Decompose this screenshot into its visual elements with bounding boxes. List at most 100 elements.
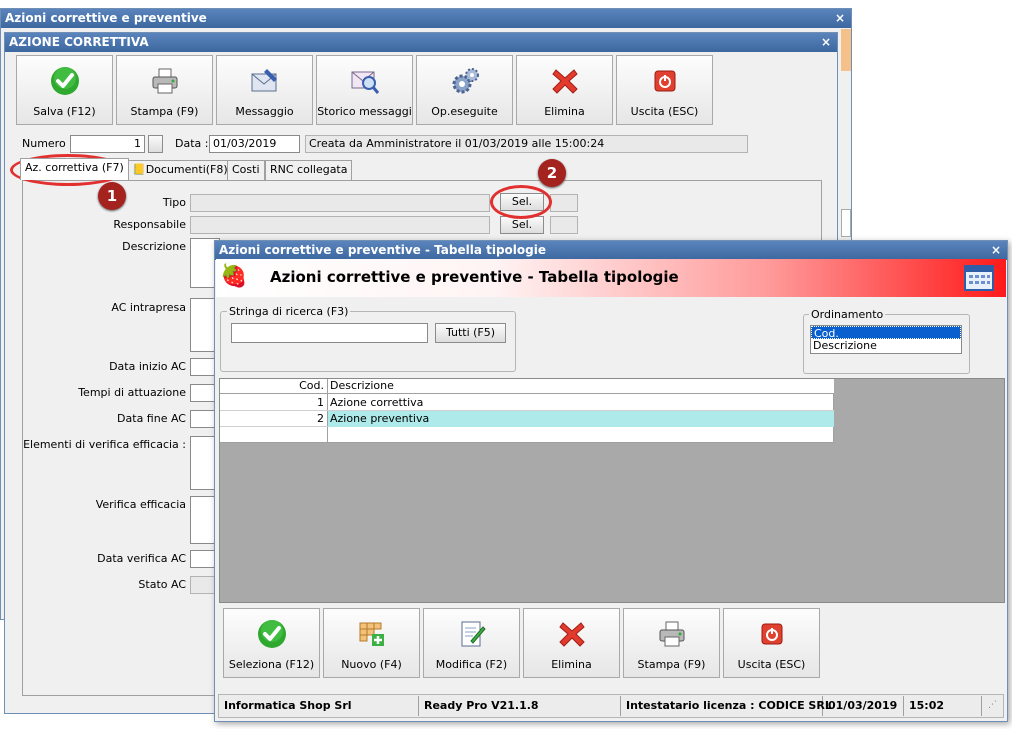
- calendar-icon: [964, 265, 994, 291]
- stato-label: Stato AC: [138, 578, 186, 591]
- dialog-exit-button[interactable]: Uscita (ESC): [723, 608, 820, 678]
- data-verifica-label: Data verifica AC: [97, 552, 186, 565]
- search-legend: Stringa di ricerca (F3): [227, 305, 351, 318]
- delete-button[interactable]: Elimina: [516, 55, 613, 125]
- message-button[interactable]: Messaggio: [216, 55, 313, 125]
- power-icon: [654, 70, 675, 92]
- table-row[interactable]: 1 Azione correttiva: [220, 395, 834, 411]
- created-info: Creata da Amministratore il 01/03/2019 a…: [305, 135, 748, 153]
- back-window-right-edge: [841, 209, 851, 237]
- dialog-delete-button-label: Elimina: [551, 658, 592, 671]
- edit-icon: [461, 621, 486, 647]
- dialog-header-banner: 🍓 Azioni correttive e preventive - Tabel…: [216, 259, 1006, 297]
- responsabile-field[interactable]: [190, 216, 490, 234]
- tipo-code-field: [550, 194, 578, 212]
- gears-icon: [452, 68, 479, 94]
- dialog-header-title: Azioni correttive e preventive - Tabella…: [270, 268, 679, 286]
- seleziona-button-label: Seleziona (F12): [228, 658, 315, 671]
- numero-extra-button[interactable]: [148, 135, 163, 153]
- nuovo-button[interactable]: Nuovo (F4): [323, 608, 420, 678]
- dialog-close-button[interactable]: ×: [991, 241, 1001, 260]
- mail-search-icon: [351, 71, 379, 94]
- tab-rnc-collegata[interactable]: RNC collegata: [265, 160, 353, 180]
- tipo-label: Tipo: [162, 196, 186, 209]
- data-label: Data :: [175, 137, 209, 150]
- tempi-label: Tempi di attuazione: [78, 386, 186, 399]
- operations-button[interactable]: Op.eseguite: [416, 55, 513, 125]
- dialog-titlebar: Azioni correttive e preventive - Tabella…: [215, 241, 1007, 260]
- modifica-button-label: Modifica (F2): [435, 658, 508, 671]
- status-time: 15:02: [904, 696, 982, 716]
- exit-button[interactable]: Uscita (ESC): [616, 55, 713, 125]
- power-icon: [761, 623, 782, 645]
- modifica-button[interactable]: Modifica (F2): [423, 608, 520, 678]
- table-cell-descrizione: Azione preventiva: [328, 411, 834, 427]
- exit-button-label: Uscita (ESC): [630, 105, 699, 118]
- callout-oval-sel: [490, 185, 552, 219]
- table-row-selected[interactable]: 2 Azione preventiva: [220, 411, 834, 427]
- resize-grip-icon[interactable]: ⋰: [988, 700, 997, 710]
- numero-label: Numero :: [22, 137, 73, 150]
- ordinamento-option-cod[interactable]: Cod.: [811, 326, 961, 340]
- descrizione-label: Descrizione: [122, 240, 186, 253]
- search-input[interactable]: [231, 323, 428, 343]
- tab-costi[interactable]: Costi: [227, 160, 265, 180]
- table-cell-descrizione: Azione correttiva: [330, 396, 424, 409]
- verifica-label: Verifica efficacia: [95, 498, 186, 511]
- dialog-delete-button[interactable]: Elimina: [523, 608, 620, 678]
- operations-button-label: Op.eseguite: [431, 105, 498, 118]
- ordinamento-list[interactable]: Cod. Descrizione: [810, 325, 962, 354]
- save-button[interactable]: Salva (F12): [16, 55, 113, 125]
- envelope-icon: [251, 69, 277, 92]
- grid-header-descrizione[interactable]: Descrizione: [330, 379, 394, 393]
- status-date: 01/03/2019: [823, 696, 904, 716]
- back-window-close-button[interactable]: ×: [835, 9, 845, 28]
- numero-field[interactable]: 1: [70, 135, 145, 153]
- table-cell-cod: 2: [317, 412, 324, 425]
- dialog-print-button-label: Stampa (F9): [637, 658, 706, 671]
- back-window-titlebar: Azioni correttive e preventive ×: [1, 9, 851, 28]
- tipo-field[interactable]: [190, 194, 490, 212]
- printer-icon: [152, 68, 177, 94]
- grid-header-row: Cod. Descrizione: [220, 379, 834, 394]
- tab-az-correttiva[interactable]: Az. correttiva (F7): [20, 158, 129, 180]
- elementi-label: Elementi di verifica efficacia :: [23, 438, 186, 451]
- back-window-title: Azioni correttive e preventive: [5, 11, 207, 25]
- grid-header-cod[interactable]: Cod.: [299, 379, 324, 393]
- responsabile-label: Responsabile: [113, 218, 186, 231]
- main-window-titlebar: AZIONE CORRETTIVA ×: [5, 33, 837, 52]
- print-button[interactable]: Stampa (F9): [116, 55, 213, 125]
- check-icon: [257, 620, 286, 648]
- message-button-label: Messaggio: [235, 105, 294, 118]
- dialog-exit-button-label: Uscita (ESC): [737, 658, 806, 671]
- tab-documenti[interactable]: 📒Documenti(F8): [127, 160, 233, 180]
- tab-costi-label: Costi: [232, 163, 260, 176]
- tab-documenti-label: Documenti(F8): [145, 163, 228, 176]
- print-button-label: Stampa (F9): [130, 105, 199, 118]
- grid-table: Cod. Descrizione 1 Azione correttiva 2 A…: [220, 379, 834, 443]
- callout-number-1: 1: [98, 182, 126, 210]
- message-history-button[interactable]: Storico messaggi: [316, 55, 413, 125]
- data-inizio-label: Data inizio AC: [109, 360, 186, 373]
- seleziona-button[interactable]: Seleziona (F12): [223, 608, 320, 678]
- responsabile-code-field: [550, 216, 578, 234]
- nuovo-button-label: Nuovo (F4): [341, 658, 402, 671]
- ordinamento-option-descrizione[interactable]: Descrizione: [811, 339, 961, 352]
- main-window-title: AZIONE CORRETTIVA: [9, 35, 149, 49]
- new-grid-icon: [359, 622, 384, 646]
- callout-number-2: 2: [538, 159, 566, 187]
- book-icon: 📒: [132, 163, 146, 176]
- data-fine-label: Data fine AC: [117, 412, 186, 425]
- main-window-close-button[interactable]: ×: [821, 33, 831, 52]
- back-window-orange-strip: [841, 29, 851, 71]
- status-license: Intestatario licenza : CODICE SRL: [621, 696, 832, 716]
- message-history-button-label: Storico messaggi: [317, 105, 412, 118]
- delete-x-icon: [558, 622, 585, 647]
- tutti-button[interactable]: Tutti (F5): [435, 323, 506, 343]
- delete-button-label: Elimina: [544, 105, 585, 118]
- ordinamento-legend: Ordinamento: [809, 308, 886, 321]
- strawberry-icon: 🍓: [220, 264, 248, 289]
- check-icon: [50, 67, 79, 95]
- data-field[interactable]: 01/03/2019: [209, 135, 300, 153]
- dialog-print-button[interactable]: Stampa (F9): [623, 608, 720, 678]
